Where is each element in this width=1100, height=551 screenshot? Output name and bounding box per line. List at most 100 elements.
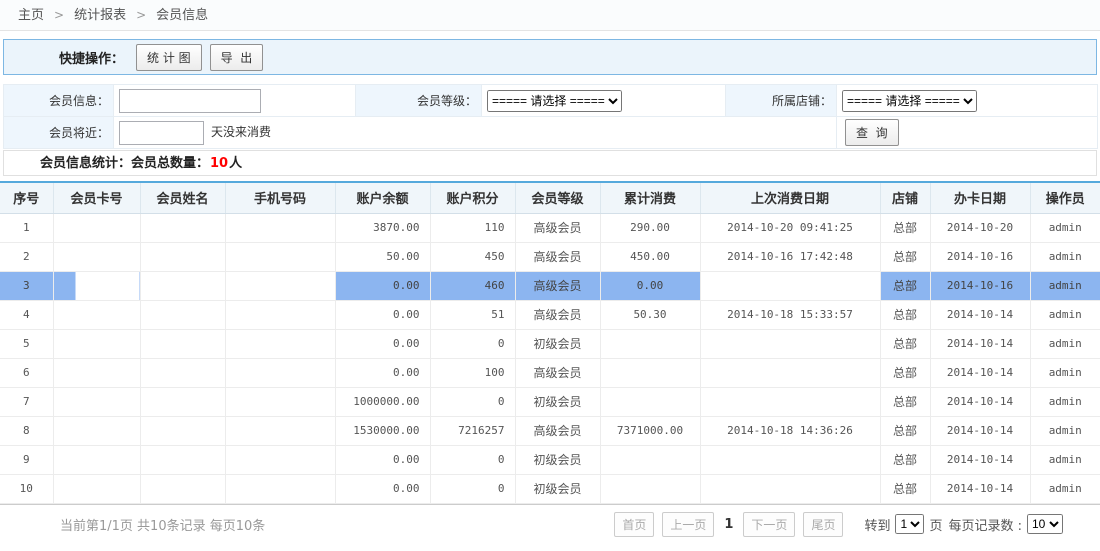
- filter-row-1: 会员信息： 会员等级： ===== 请选择 ===== 所属店铺： ===== …: [4, 85, 1098, 117]
- table-cell: 高级会员: [515, 271, 600, 300]
- table-cell: 总部: [880, 242, 930, 271]
- filter-panel: 会员信息： 会员等级： ===== 请选择 ===== 所属店铺： ===== …: [3, 84, 1098, 149]
- table-cell: [700, 474, 880, 503]
- table-row[interactable]: 40.0051高级会员50.302014-10-18 15:33:57总部201…: [0, 300, 1100, 329]
- table-row[interactable]: 50.000初级会员总部2014-10-14admin: [0, 329, 1100, 358]
- table-cell: 0.00: [335, 358, 430, 387]
- table-cell: [53, 358, 140, 387]
- breadcrumb-member-info: 会员信息: [156, 8, 208, 23]
- column-header: 会员姓名: [140, 182, 225, 213]
- table-cell: 高级会员: [515, 242, 600, 271]
- table-cell: 8: [0, 416, 53, 445]
- column-header: 手机号码: [225, 182, 335, 213]
- prev-page-button[interactable]: 上一页: [662, 512, 714, 537]
- table-row[interactable]: 30.00460高级会员0.00总部2014-10-16admin: [0, 271, 1100, 300]
- table-cell: 460: [430, 271, 515, 300]
- table-cell: [700, 271, 880, 300]
- table-row[interactable]: 13870.00110高级会员290.002014-10-20 09:41:25…: [0, 213, 1100, 242]
- table-cell: [700, 329, 880, 358]
- table-cell: 3: [0, 271, 53, 300]
- table-cell: [225, 300, 335, 329]
- table-cell: [140, 213, 225, 242]
- table-cell: [225, 242, 335, 271]
- table-cell: 0.00: [600, 271, 700, 300]
- table-cell: 450.00: [600, 242, 700, 271]
- table-cell: admin: [1030, 271, 1100, 300]
- table-cell: [53, 416, 140, 445]
- table-row[interactable]: 60.00100高级会员总部2014-10-14admin: [0, 358, 1100, 387]
- breadcrumb-separator: >: [136, 8, 146, 22]
- table-body: 13870.00110高级会员290.002014-10-20 09:41:25…: [0, 213, 1100, 503]
- first-page-button[interactable]: 首页: [614, 512, 654, 537]
- pagination-bar: 当前第1/1页 共10条记录 每页10条 首页 上一页 1 下一页 尾页 转到 …: [0, 504, 1100, 544]
- breadcrumb-separator: >: [54, 8, 64, 22]
- table-cell: 1530000.00: [335, 416, 430, 445]
- table-cell: 高级会员: [515, 213, 600, 242]
- store-select[interactable]: ===== 请选择 =====: [842, 90, 977, 112]
- per-page-select[interactable]: 10: [1027, 514, 1063, 534]
- table-cell: [140, 329, 225, 358]
- table-cell: 0.00: [335, 329, 430, 358]
- table-cell: admin: [1030, 213, 1100, 242]
- days-input[interactable]: [119, 121, 204, 145]
- filter-row-2: 会员将近： 天没来消费 查 询: [4, 117, 1098, 149]
- table-row[interactable]: 100.000初级会员总部2014-10-14admin: [0, 474, 1100, 503]
- table-row[interactable]: 90.000初级会员总部2014-10-14admin: [0, 445, 1100, 474]
- table-cell: 初级会员: [515, 445, 600, 474]
- table-cell: [600, 445, 700, 474]
- table-cell: 110: [430, 213, 515, 242]
- table-cell: admin: [1030, 387, 1100, 416]
- table-row[interactable]: 71000000.000初级会员总部2014-10-14admin: [0, 387, 1100, 416]
- table-cell: 2014-10-16: [930, 242, 1030, 271]
- column-header: 办卡日期: [930, 182, 1030, 213]
- table-cell: [225, 358, 335, 387]
- store-label: 所属店铺：: [726, 85, 837, 117]
- table-cell: [600, 387, 700, 416]
- per-page-label: 每页记录数 :: [948, 515, 1022, 534]
- table-cell: 0.00: [335, 300, 430, 329]
- member-near-label: 会员将近：: [4, 117, 114, 149]
- member-info-input[interactable]: [119, 89, 261, 113]
- page-summary: 当前第1/1页 共10条记录 每页10条: [60, 515, 265, 534]
- table-row[interactable]: 250.00450高级会员450.002014-10-16 17:42:48总部…: [0, 242, 1100, 271]
- table-cell: 初级会员: [515, 387, 600, 416]
- table-cell: [225, 387, 335, 416]
- table-cell: 2014-10-14: [930, 445, 1030, 474]
- table-cell: 总部: [880, 213, 930, 242]
- table-cell: [225, 474, 335, 503]
- export-button[interactable]: 导 出: [210, 44, 264, 71]
- breadcrumb-home[interactable]: 主页: [18, 8, 44, 23]
- table-cell: 1000000.00: [335, 387, 430, 416]
- table-cell: 1: [0, 213, 53, 242]
- chart-button[interactable]: 统 计 图: [136, 44, 202, 71]
- last-page-button[interactable]: 尾页: [803, 512, 843, 537]
- table-cell: admin: [1030, 242, 1100, 271]
- table-cell: admin: [1030, 445, 1100, 474]
- table-cell: [53, 387, 140, 416]
- table-cell: 高级会员: [515, 416, 600, 445]
- table-cell: 7371000.00: [600, 416, 700, 445]
- table-cell: [53, 271, 140, 300]
- table-cell: 4: [0, 300, 53, 329]
- table-header-row: 序号会员卡号会员姓名手机号码账户余额账户积分会员等级累计消费上次消费日期店铺办卡…: [0, 182, 1100, 213]
- next-page-button[interactable]: 下一页: [743, 512, 795, 537]
- table-cell: 290.00: [600, 213, 700, 242]
- column-header: 账户余额: [335, 182, 430, 213]
- search-button[interactable]: 查 询: [845, 119, 899, 146]
- table-cell: [225, 445, 335, 474]
- table-cell: 总部: [880, 445, 930, 474]
- table-cell: 0: [430, 387, 515, 416]
- member-level-select[interactable]: ===== 请选择 =====: [487, 90, 622, 112]
- table-cell: 2014-10-14: [930, 416, 1030, 445]
- goto-page-select[interactable]: 1: [895, 514, 924, 534]
- table-cell: 总部: [880, 387, 930, 416]
- breadcrumb-reports[interactable]: 统计报表: [74, 8, 126, 23]
- table-cell: admin: [1030, 300, 1100, 329]
- table-cell: [53, 300, 140, 329]
- member-total-count: 10: [210, 156, 228, 171]
- table-cell: 5: [0, 329, 53, 358]
- table-cell: 6: [0, 358, 53, 387]
- goto-suffix: 页: [929, 515, 942, 534]
- table-cell: [600, 474, 700, 503]
- table-row[interactable]: 81530000.007216257高级会员7371000.002014-10-…: [0, 416, 1100, 445]
